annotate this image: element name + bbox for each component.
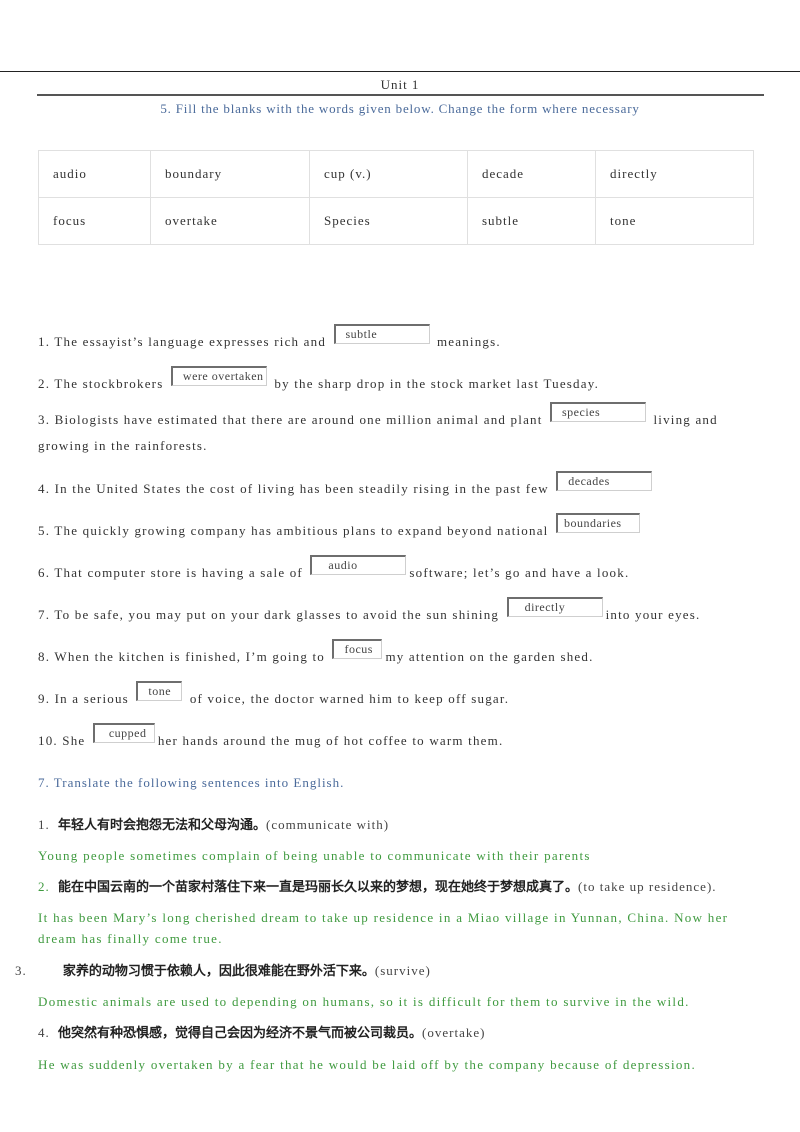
unit-rule [37,94,764,96]
translation-answer-4: He was suddenly overtaken by a fear that… [38,1057,697,1072]
unit-title: Unit 1 [380,77,420,92]
table-cell: subtle [467,197,596,245]
answer-field-3[interactable]: species [550,402,647,422]
section5-title: 5. Fill the blanks with the words given … [160,101,640,116]
blank-question-8: 8. When the kitchen is finished, I’m goi… [38,639,594,665]
blank-question-6: 6. That computer store is having a sale … [38,555,629,581]
blank-question-7: 7. To be safe, you may put on your dark … [38,597,700,623]
table-cell: cup (v.) [309,150,468,198]
translation-prompt-4: 4. 他突然有种恐惧感，觉得自己会因为经济不景气而被公司裁员。(overtake… [38,1025,486,1041]
answer-field-10[interactable]: cupped [92,723,155,743]
translation-answer-3: Domestic animals are used to depending o… [38,994,690,1009]
blank-question-10: 10. She cupped her hands around the mug o… [38,723,503,749]
answer-field-2[interactable]: were overtaken [170,366,267,386]
top-rule [0,71,800,72]
blank-question-2: 2. The stockbrokers were overtaken by th… [38,366,599,392]
answer-field-5[interactable]: boundaries [555,513,640,533]
answer-field-1[interactable]: subtle [333,324,430,344]
blank-question-5: 5. The quickly growing company has ambit… [38,513,643,539]
table-row: audio boundary cup (v.) decade directly [38,150,754,198]
translation-prompt-1: 1. 年轻人有时会抱怨无法和父母沟通。(communicate with) [38,817,390,833]
answer-field-9[interactable]: tone [136,681,183,701]
table-row: focus overtake Species subtle tone [38,197,754,245]
blank-question-3: 3. Biologists have estimated that there … [38,402,750,459]
answer-field-7[interactable]: directly [506,597,603,617]
section7-title: 7. Translate the following sentences int… [38,775,345,790]
table-cell: audio [38,150,151,198]
table-cell: directly [595,150,754,198]
translation-answer-1: Young people sometimes complain of being… [38,848,591,863]
blank-question-4: 4. In the United States the cost of livi… [38,471,655,497]
answer-field-4[interactable]: decades [556,471,653,491]
answer-field-8[interactable]: focus [332,639,383,659]
translation-prompt-2: 2. 能在中国云南的一个苗家村落住下来一直是玛丽长久以来的梦想，现在她终于梦想成… [38,879,717,895]
translation-prompt-3: 3. 家养的动物习惯于依赖人，因此很难能在野外活下来。(survive) [15,963,431,979]
blank-question-1: 1. The essayist’s language expresses ric… [38,324,501,350]
table-cell: focus [38,197,151,245]
table-cell: overtake [150,197,310,245]
table-cell: boundary [150,150,310,198]
table-cell: decade [467,150,596,198]
answer-field-6[interactable]: audio [310,555,407,575]
translation-answer-2: It has been Mary’s long cherished dream … [38,910,729,946]
word-table: audio boundary cup (v.) decade directly … [38,150,754,245]
blank-question-9: 9. In a serious tone of voice, the docto… [38,681,509,707]
table-cell: Species [309,197,468,245]
table-cell: tone [595,197,754,245]
